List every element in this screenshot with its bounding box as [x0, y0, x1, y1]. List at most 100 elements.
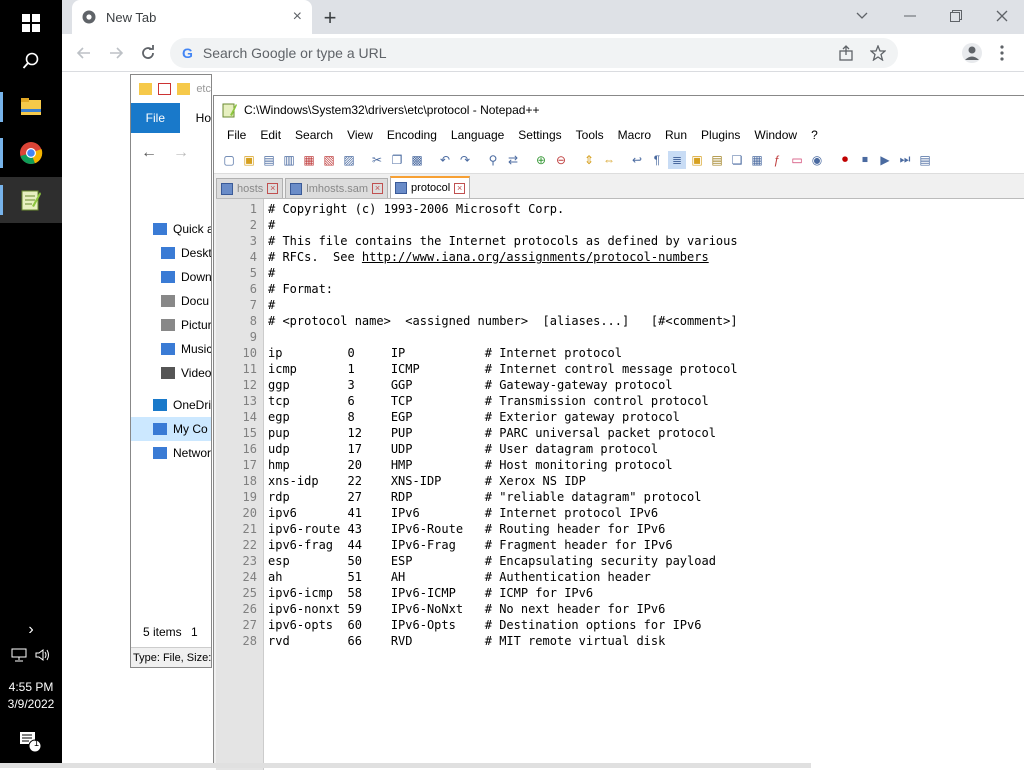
indent-guide-icon[interactable]: ≣ — [668, 150, 686, 169]
volume-icon[interactable] — [35, 648, 51, 662]
menu-item[interactable]: Edit — [253, 128, 288, 142]
folder-as-workspace-icon[interactable]: ƒ — [768, 151, 786, 169]
code-line[interactable]: # — [268, 297, 275, 313]
tree-item[interactable]: Pictur — [131, 313, 211, 337]
taskbar-notepadpp[interactable] — [0, 177, 62, 223]
search-button[interactable] — [0, 38, 62, 84]
tree-item[interactable]: My Co — [131, 417, 211, 441]
undo-icon[interactable]: ↶ — [436, 151, 454, 169]
code-line[interactable]: ah 51 AH # Authentication header — [268, 569, 651, 585]
notification-center-button[interactable]: 1 — [0, 728, 62, 756]
macro-play-icon[interactable]: ▶ — [876, 151, 894, 169]
macro-save-icon[interactable]: ▤ — [916, 151, 934, 169]
share-icon[interactable] — [838, 45, 854, 61]
code-line[interactable]: esp 50 ESP # Encapsulating security payl… — [268, 553, 716, 569]
new-folder-icon[interactable] — [177, 83, 191, 95]
chrome-menu-icon[interactable] — [990, 41, 1014, 65]
close-tab-icon[interactable]: × — [454, 182, 466, 194]
tree-item[interactable]: Video — [131, 361, 211, 385]
network-status-icon[interactable] — [11, 648, 27, 662]
zoom-out-icon[interactable]: ⊖ — [552, 151, 570, 169]
code-line[interactable]: tcp 6 TCP # Transmission control protoco… — [268, 393, 709, 409]
code-line[interactable]: ipv6-opts 60 IPv6-Opts # Destination opt… — [268, 617, 701, 633]
sync-vertical-icon[interactable]: ⇕ — [580, 151, 598, 169]
properties-icon[interactable] — [158, 83, 172, 95]
code-line[interactable]: ipv6-route 43 IPv6-Route # Routing heade… — [268, 521, 665, 537]
forward-button[interactable] — [104, 41, 128, 65]
code-line[interactable]: ipv6-icmp 58 IPv6-ICMP # ICMP for IPv6 — [268, 585, 593, 601]
explorer-forward-icon[interactable]: → — [173, 144, 189, 162]
close-all-icon[interactable]: ▧ — [320, 151, 338, 169]
show-all-characters-icon[interactable]: ¶ — [648, 151, 666, 169]
tree-item[interactable]: Down — [131, 265, 211, 289]
code-line[interactable]: ipv6-frag 44 IPv6-Frag # Fragment header… — [268, 537, 673, 553]
sync-horizontal-icon[interactable]: ⇔ — [600, 151, 618, 169]
file-tab[interactable]: protocol × — [390, 176, 471, 198]
code-line[interactable]: ip 0 IP # Internet protocol — [268, 345, 622, 361]
menu-item[interactable]: Window — [747, 128, 804, 142]
code-line[interactable]: # — [268, 217, 275, 233]
print-icon[interactable]: ▨ — [340, 151, 358, 169]
close-file-icon[interactable]: ▦ — [300, 151, 318, 169]
taskbar-chrome[interactable] — [0, 130, 62, 176]
code-line[interactable]: ipv6-nonxt 59 IPv6-NoNxt # No next heade… — [268, 601, 665, 617]
user-language-icon[interactable]: ▣ — [688, 151, 706, 169]
tree-item[interactable]: Networ — [131, 441, 211, 465]
menu-item[interactable]: Encoding — [380, 128, 444, 142]
minimize-button[interactable] — [896, 6, 924, 26]
document-list-icon[interactable]: ❏ — [728, 151, 746, 169]
tree-item[interactable]: Quick a — [131, 217, 211, 241]
paste-icon[interactable]: ▩ — [408, 151, 426, 169]
close-window-button[interactable] — [988, 6, 1016, 26]
back-button[interactable] — [72, 41, 96, 65]
menu-item[interactable]: Macro — [611, 128, 658, 142]
clock-time[interactable]: 4:55 PM — [0, 679, 62, 695]
code-line[interactable]: udp 17 UDP # User datagram protocol — [268, 441, 658, 457]
horizontal-scrollbar[interactable] — [0, 763, 811, 768]
menu-item[interactable]: Settings — [511, 128, 568, 142]
replace-icon[interactable]: ⇄ — [504, 151, 522, 169]
close-tab-icon[interactable]: × — [267, 183, 279, 194]
cut-icon[interactable]: ✂ — [368, 151, 386, 169]
menu-item[interactable]: Tools — [569, 128, 611, 142]
tree-item[interactable]: Music — [131, 337, 211, 361]
monitoring-eye-icon[interactable]: ◉ — [808, 151, 826, 169]
code-line[interactable]: # Format: — [268, 281, 333, 297]
document-map-icon[interactable]: ▤ — [708, 151, 726, 169]
code-line[interactable]: # RFCs. See http://www.iana.org/assignme… — [268, 249, 709, 265]
code-line[interactable]: ipv6 41 IPv6 # Internet protocol IPv6 — [268, 505, 658, 521]
protocol-numbers-link[interactable]: http://www.iana.org/assignments/protocol… — [362, 250, 709, 264]
menu-item[interactable]: ? — [804, 128, 825, 142]
bookmark-star-icon[interactable] — [870, 45, 886, 61]
new-file-icon[interactable]: ▢ — [220, 151, 238, 169]
code-line[interactable]: icmp 1 ICMP # Internet control message p… — [268, 361, 738, 377]
redo-icon[interactable]: ↷ — [456, 151, 474, 169]
macro-run-multiple-icon[interactable]: ⏭ — [896, 151, 914, 169]
file-tab[interactable]: hosts × — [216, 178, 284, 198]
explorer-home-tab[interactable]: Ho — [180, 103, 211, 133]
explorer-back-icon[interactable]: ← — [141, 144, 157, 162]
code-line[interactable]: # — [268, 265, 275, 281]
code-line[interactable]: # <protocol name> <assigned number> [ali… — [268, 313, 738, 329]
tab-search-chevron-icon[interactable] — [848, 6, 876, 26]
close-tab-icon[interactable]: × — [372, 183, 384, 194]
function-list-icon[interactable]: ▦ — [748, 151, 766, 169]
macro-stop-icon[interactable]: ⏹ — [856, 151, 874, 169]
code-line[interactable]: egp 8 EGP # Exterior gateway protocol — [268, 409, 680, 425]
address-bar[interactable]: G Search Google or type a URL — [170, 38, 898, 68]
editor-area[interactable]: 1 2 3 4 5 6 7 8 9 10 11 12 13 14 15 16 17 18 19 20 21 22 23 24 2… — [216, 198, 1024, 770]
explorer-file-tab[interactable]: File — [131, 103, 180, 133]
tree-item[interactable]: OneDri — [131, 393, 211, 417]
menu-item[interactable]: File — [220, 128, 253, 142]
file-tab[interactable]: lmhosts.sam × — [285, 178, 389, 198]
close-tab-icon[interactable]: × — [293, 8, 302, 26]
save-icon[interactable]: ▤ — [260, 151, 278, 169]
code-line[interactable]: # Copyright (c) 1993-2006 Microsoft Corp… — [268, 201, 564, 217]
menu-item[interactable]: View — [340, 128, 380, 142]
code-line[interactable]: xns-idp 22 XNS-IDP # Xerox NS IDP — [268, 473, 586, 489]
new-tab-button[interactable]: + — [318, 5, 342, 30]
profile-button[interactable] — [960, 41, 984, 65]
code-line[interactable]: pup 12 PUP # PARC universal packet proto… — [268, 425, 716, 441]
tree-item[interactable]: Docu — [131, 289, 211, 313]
code-line[interactable]: # This file contains the Internet protoc… — [268, 233, 738, 249]
